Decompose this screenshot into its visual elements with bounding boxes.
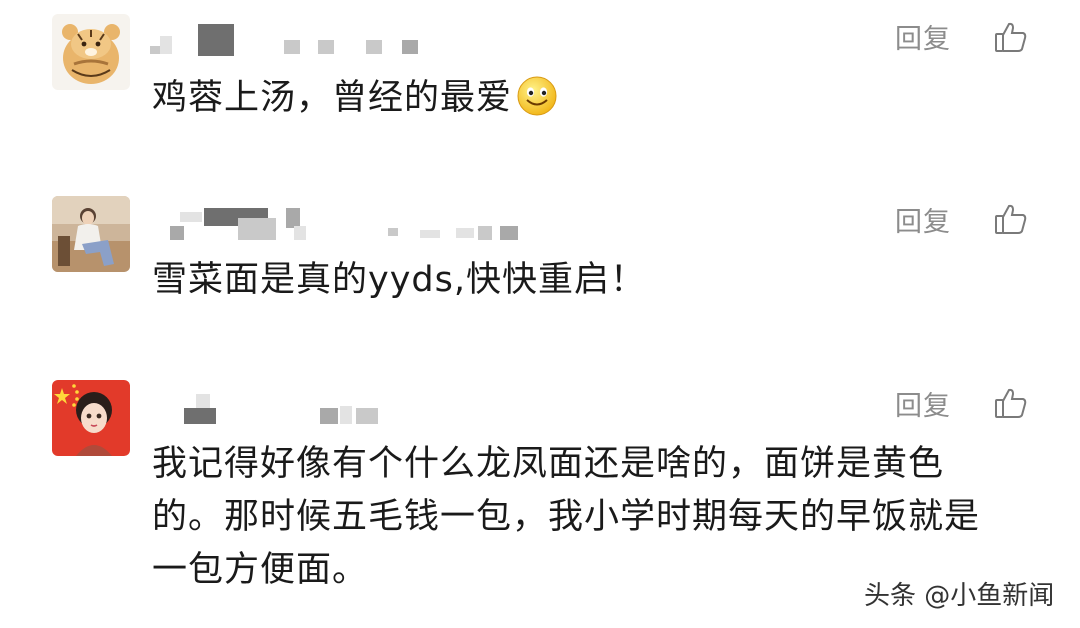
comment-text: 我记得好像有个什么龙凤面还是啥的，面饼是黄色 的。那时候五毛钱一包，我小学时期每…	[152, 444, 981, 590]
thumbs-up-icon[interactable]	[994, 20, 1028, 54]
username-blurred	[160, 204, 540, 240]
reply-button[interactable]: 回复	[895, 389, 951, 425]
thumbs-up-icon[interactable]	[994, 386, 1028, 420]
tiger-avatar-icon[interactable]	[52, 14, 130, 90]
woman-photo-avatar-icon[interactable]	[52, 196, 130, 272]
comment-text: 鸡蓉上汤，曾经的最爱	[152, 72, 558, 125]
username-blurred	[180, 392, 400, 428]
watermark: 头条 @小鱼新闻	[864, 581, 1055, 611]
username-blurred	[150, 24, 430, 60]
reply-button[interactable]: 回复	[895, 205, 951, 241]
reply-button[interactable]: 回复	[895, 22, 951, 58]
girl-flag-avatar-icon[interactable]	[52, 380, 130, 456]
comment-text: 雪菜面是真的yyds,快快重启！	[152, 260, 647, 300]
thumbs-up-icon[interactable]	[994, 202, 1028, 236]
smiling-face-icon	[517, 76, 557, 116]
